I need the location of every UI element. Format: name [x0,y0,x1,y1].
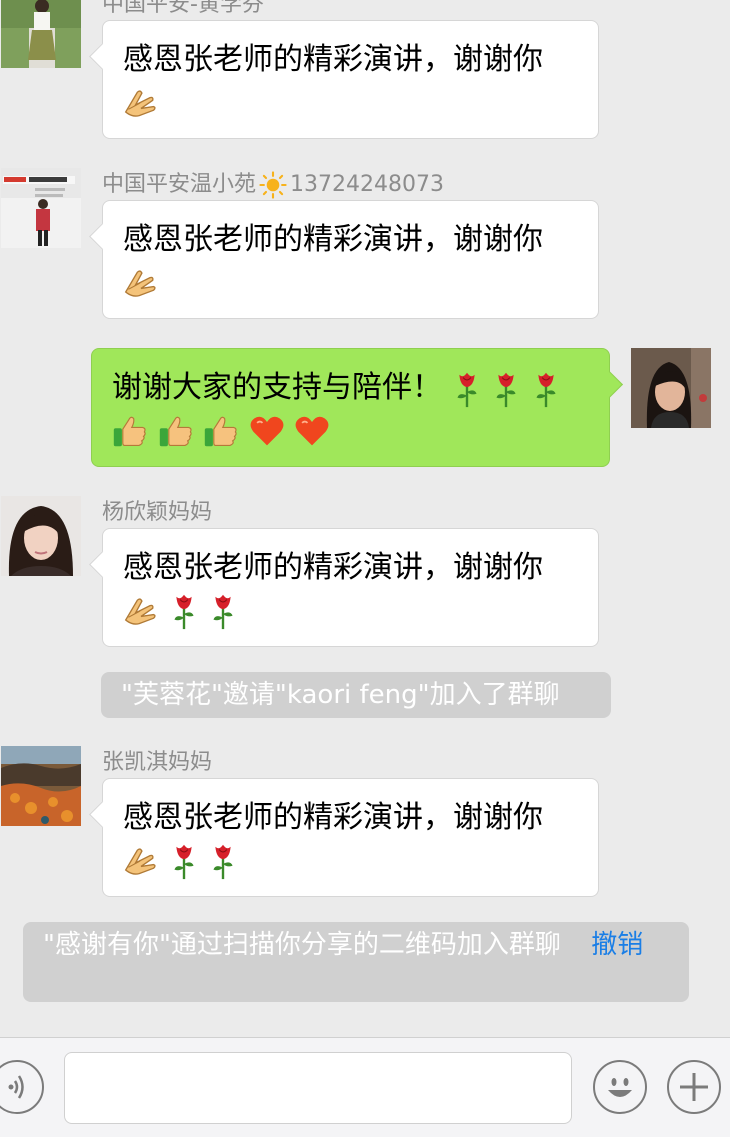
pray-hands-icon [123,593,159,629]
input-toolbar [0,1037,730,1137]
message-text: 感恩张老师的精彩演讲，谢谢你 [123,222,543,257]
pray-hands-icon [123,843,159,879]
sender-name: 张凯淇妈妈 [102,750,213,775]
sun-icon [259,171,287,199]
sender-name-text: 中国平安温小苑 [102,172,257,197]
system-message: "芙蓉花"邀请"kaori feng"加入了群聊 [101,672,611,718]
pray-hands-icon [123,85,159,121]
sender-phone: 13724248073 [290,172,444,197]
system-message-text: "芙蓉花"邀请"kaori feng"加入了群聊 [121,680,560,710]
emoji-button[interactable] [593,1060,647,1114]
message-bubble[interactable]: 感恩张老师的精彩演讲，谢谢你 [102,200,599,319]
message-text: 感恩张老师的精彩演讲，谢谢你 [123,800,543,835]
my-message-bubble[interactable]: 谢谢大家的支持与陪伴！ [91,348,610,467]
heart-icon [294,414,330,448]
message-text: 感恩张老师的精彩演讲，谢谢你 [123,550,543,585]
rose-icon [452,369,482,409]
rose-icon [208,841,238,881]
sender-name: 中国平安温小苑 13724248073 [102,166,444,199]
avatar[interactable] [1,746,81,826]
revoke-link[interactable]: 撤销 [591,930,643,960]
sender-name: 中国平安-黄学芬 [102,0,264,17]
rose-icon [169,841,199,881]
message-input[interactable] [64,1052,572,1124]
my-avatar[interactable] [631,348,711,428]
plus-icon [680,1073,708,1101]
thumbs-up-icon [203,413,239,449]
message-bubble[interactable]: 感恩张老师的精彩演讲，谢谢你 [102,528,599,647]
more-button[interactable] [667,1060,721,1114]
message-bubble[interactable]: 感恩张老师的精彩演讲，谢谢你 [102,778,599,897]
rose-icon [169,591,199,631]
voice-button[interactable] [0,1060,44,1114]
message-bubble[interactable]: 感恩张老师的精彩演讲，谢谢你 [102,20,599,139]
avatar[interactable] [1,0,81,68]
avatar[interactable] [1,496,81,576]
thumbs-up-icon [158,413,194,449]
rose-icon [531,369,561,409]
sender-name: 杨欣颖妈妈 [102,500,213,525]
message-text: 感恩张老师的精彩演讲，谢谢你 [123,42,543,77]
message-text: 谢谢大家的支持与陪伴！ [112,370,442,405]
rose-icon [491,369,521,409]
pray-hands-icon [123,265,159,301]
heart-icon [249,414,285,448]
smiley-icon [608,1078,632,1097]
thumbs-up-icon [112,413,148,449]
system-message: "感谢有你"通过扫描你分享的二维码加入群聊 撤销 [23,922,689,1002]
system-message-text: "感谢有你"通过扫描你分享的二维码加入群聊 [43,930,561,960]
avatar[interactable] [1,168,81,248]
rose-icon [208,591,238,631]
voice-icon [8,1075,24,1099]
